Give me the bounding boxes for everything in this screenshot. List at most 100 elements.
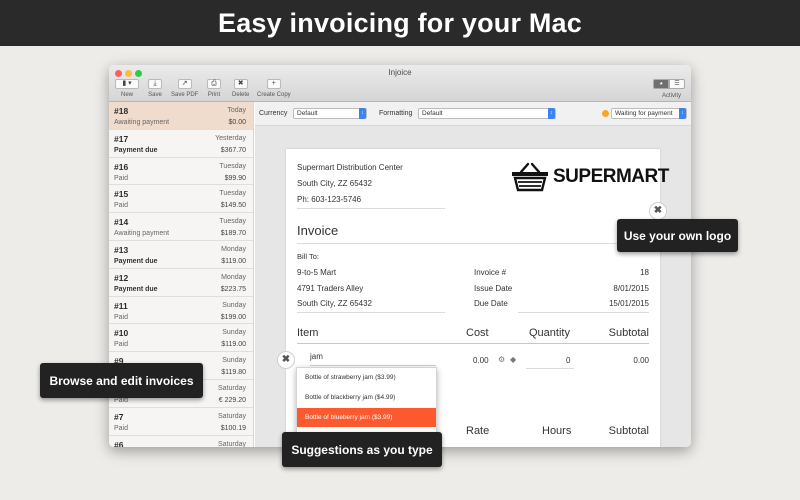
print-label: Print [207, 92, 221, 98]
invoice-status: Paid [114, 396, 129, 404]
delete-label: Delete [232, 92, 250, 98]
client-street[interactable]: 4791 Traders Alley [297, 284, 363, 293]
save-button[interactable]: ⤓ Save [148, 79, 162, 98]
company-logo[interactable]: SUPERMART [511, 162, 669, 192]
print-button[interactable]: ⎙ Print [207, 79, 221, 98]
invoice-status: Payment due [114, 285, 158, 293]
download-icon: ⤓ [148, 79, 162, 89]
new-document-icon: ▮ ▾ [115, 79, 139, 89]
invoice-day: Monday [221, 273, 246, 281]
chevron-updown-icon: ↕ [548, 108, 555, 119]
invoice-day: Sunday [222, 329, 246, 337]
invoice-status: Paid [114, 424, 129, 432]
chevron-updown-icon: ↕ [359, 108, 366, 119]
invoice-list-item[interactable]: #13 Monday Payment due $119.00 [109, 240, 253, 269]
invoice-list-item[interactable]: #12 Monday Payment due $223.75 [109, 268, 253, 297]
invoice-status: Paid [114, 202, 129, 210]
invoice-list-item[interactable]: #7 Saturday Paid $100.19 [109, 407, 253, 436]
invoice-status: Payment due [114, 257, 158, 265]
invoice-status: Paid [114, 341, 129, 349]
share-icon: ↗ [177, 79, 192, 89]
divider [297, 243, 649, 244]
company-name[interactable]: Supermart Distribution Center [297, 163, 403, 172]
remove-logo-button[interactable]: ✖ [649, 202, 667, 220]
item-column-header: Item [297, 327, 319, 339]
tag-icon[interactable]: ◆ [510, 355, 516, 364]
item-input[interactable]: jam [310, 349, 436, 366]
window-title: Injoice [388, 68, 412, 77]
invoice-list-item[interactable]: #17 Yesterday Payment due $367.70 [109, 129, 253, 158]
remove-line-button[interactable]: ✖ [277, 351, 295, 369]
invoice-number: #17 [114, 133, 129, 144]
rate-column-header: Rate [466, 425, 490, 437]
new-button[interactable]: ▮ ▾ New [115, 79, 139, 98]
invoice-list-item[interactable]: #18 Today Awaiting payment $0.00 [109, 102, 253, 130]
invoice-list-item[interactable]: #10 Sunday Paid $119.00 [109, 324, 253, 353]
line-cost[interactable]: 0.00 [473, 356, 489, 365]
invoice-day: Monday [221, 245, 246, 253]
activity-gauge-icon[interactable]: ◕ [653, 79, 669, 89]
divider [297, 343, 649, 344]
banner: Easy invoicing for your Mac [0, 0, 800, 46]
plus-icon: + [266, 79, 281, 89]
divider [518, 312, 649, 313]
invoice-number: #15 [114, 189, 129, 200]
invoice-amount: $189.70 [220, 230, 246, 238]
due-date-value[interactable]: 15/01/2015 [609, 299, 649, 308]
due-date-label: Due Date [474, 299, 508, 308]
client-city[interactable]: South City, ZZ 65432 [297, 299, 372, 308]
line-quantity[interactable]: 0 [566, 356, 570, 365]
invoice-status: Paid [114, 313, 129, 321]
issue-date-label: Issue Date [474, 284, 513, 293]
invoice-amount: $223.75 [220, 285, 246, 293]
invoice-list-item[interactable]: #11 Sunday Paid $199.00 [109, 296, 253, 325]
invoice-number-value[interactable]: 18 [640, 268, 649, 277]
suggestion-item-selected[interactable]: Bottle of blueberry jam ($3.99) [297, 408, 436, 427]
activity-segmented-control[interactable]: ◕ ☰ [653, 79, 685, 89]
invoice-day: Tuesday [219, 190, 246, 198]
company-phone[interactable]: Ph: 603-123-5746 [297, 195, 361, 204]
item-input-value: jam [310, 352, 323, 361]
create-copy-button[interactable]: + Create Copy [257, 79, 291, 98]
invoice-amount: $119.00 [221, 257, 246, 265]
invoice-day: Saturday [217, 440, 246, 447]
invoice-amount: $119.80 [221, 369, 246, 377]
suggestion-item[interactable]: Bottle of strawberry jam ($3.99) [297, 368, 436, 387]
invoice-number: #13 [114, 244, 129, 255]
activity-list-icon[interactable]: ☰ [669, 79, 685, 89]
new-label: New [120, 92, 133, 98]
chevron-updown-icon: ↕ [679, 108, 686, 119]
gear-icon[interactable]: ⚙ [498, 355, 505, 364]
save-pdf-button[interactable]: ↗ Save PDF [171, 79, 198, 98]
status-select[interactable]: Waiting for payment ↕ [611, 108, 687, 119]
suggestion-item[interactable]: Bottle of blackberry jam ($4.99) [297, 388, 436, 407]
delete-button[interactable]: ✖ Delete [232, 79, 249, 98]
currency-select[interactable]: Default ↕ [293, 108, 367, 119]
invoice-number-label: Invoice # [474, 268, 507, 277]
status-indicator [602, 110, 609, 117]
cost-column-header: Cost [466, 327, 489, 339]
invoice-list-item[interactable]: #15 Tuesday Paid $149.50 [109, 185, 253, 214]
options-bar: Currency Default ↕ Formatting Default ↕ … [255, 102, 691, 126]
status-value: Waiting for payment [615, 110, 673, 117]
invoice-number: #12 [114, 272, 129, 283]
divider [526, 368, 574, 369]
formatting-select[interactable]: Default ↕ [418, 108, 556, 119]
invoice-amount: $199.00 [220, 313, 246, 321]
issue-date-value[interactable]: 8/01/2015 [613, 284, 649, 293]
invoice-number: #7 [114, 411, 124, 422]
invoice-amount: $367.70 [220, 146, 246, 154]
invoice-day: Today [227, 107, 246, 114]
invoice-list-item[interactable]: #16 Tuesday Paid $99.90 [109, 157, 253, 186]
invoice-list-item[interactable]: #14 Tuesday Awaiting payment $189.70 [109, 213, 253, 241]
formatting-label: Formatting [379, 110, 413, 117]
client-name[interactable]: 9-to-5 Mart [297, 268, 336, 277]
invoice-amount: $100.19 [220, 424, 246, 432]
activity-label: Activity [661, 93, 681, 99]
company-address[interactable]: South City, ZZ 65432 [297, 179, 372, 188]
invoice-list-item[interactable]: #6 Saturday [109, 435, 253, 447]
hours-column-header: Hours [542, 425, 572, 437]
invoice-day: Saturday [217, 412, 246, 420]
invoice-day: Saturday [217, 384, 246, 392]
invoice-amount: € 229.20 [218, 396, 246, 404]
